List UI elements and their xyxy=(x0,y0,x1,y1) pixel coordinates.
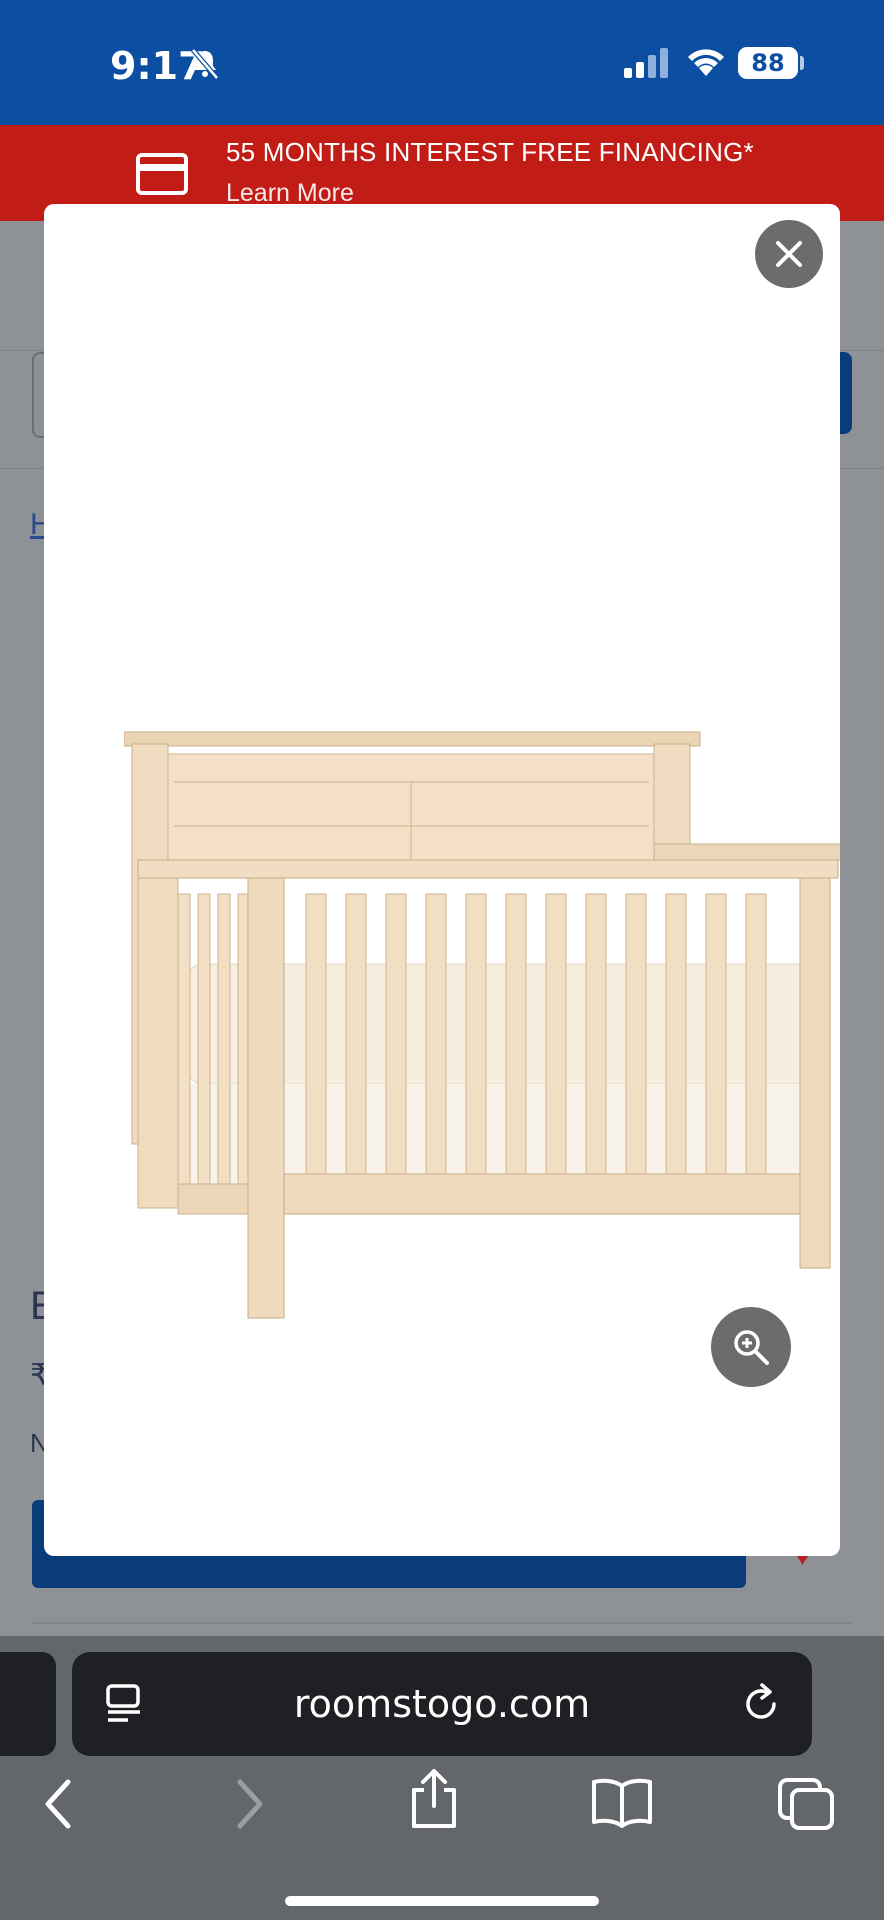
browser-chrome: roomstogo.com xyxy=(0,1636,884,1920)
back-button[interactable] xyxy=(40,1776,76,1837)
wifi-icon xyxy=(686,46,726,83)
zoom-in-icon xyxy=(734,1330,769,1365)
close-icon xyxy=(776,241,802,267)
promo-title: 55 MONTHS INTEREST FREE FINANCING* xyxy=(226,137,754,167)
battery-tip xyxy=(800,56,804,70)
product-main-image[interactable] xyxy=(123,714,840,1329)
address-bar-domain: roomstogo.com xyxy=(293,1682,591,1726)
search-button-edge xyxy=(838,352,852,434)
previous-tab-preview[interactable] xyxy=(0,1652,56,1756)
zoom-image-button[interactable] xyxy=(711,1307,791,1387)
status-bar: 9:17 88 xyxy=(0,0,884,125)
divider xyxy=(32,1622,852,1624)
reload-icon[interactable] xyxy=(740,1682,784,1731)
address-bar[interactable]: roomstogo.com xyxy=(72,1652,812,1756)
share-button[interactable] xyxy=(408,1768,460,1835)
chevron-left-icon xyxy=(45,1779,71,1829)
chevron-right-icon xyxy=(237,1779,263,1829)
close-gallery-button[interactable] xyxy=(755,220,823,288)
cellular-signal-icon xyxy=(624,48,670,83)
credit-card-icon xyxy=(136,153,188,200)
tabs-button[interactable] xyxy=(776,1776,836,1837)
tabs-icon xyxy=(778,1778,834,1830)
battery-indicator: 88 xyxy=(738,47,798,79)
silent-bell-icon xyxy=(190,48,220,85)
bookmarks-button[interactable] xyxy=(590,1776,654,1833)
home-indicator xyxy=(285,1896,599,1906)
share-icon xyxy=(412,1769,456,1828)
forward-button[interactable] xyxy=(232,1776,268,1837)
book-icon xyxy=(592,1778,652,1828)
